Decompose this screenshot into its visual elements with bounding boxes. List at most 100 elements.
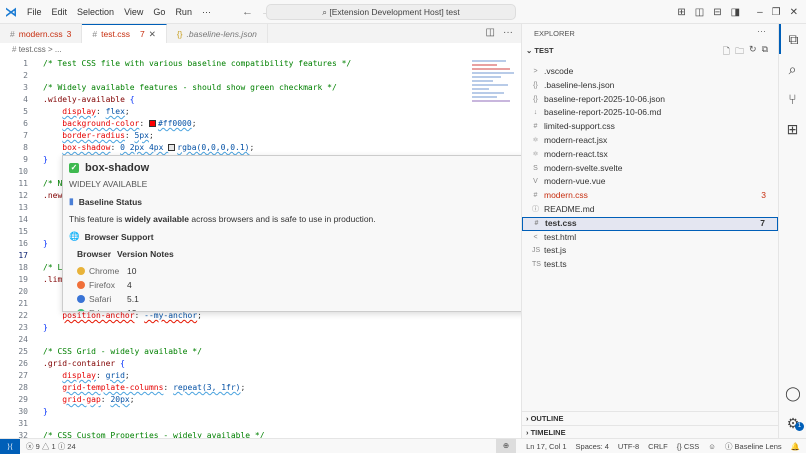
file-item[interactable]: #test.css7 [522,217,778,231]
encoding[interactable]: UTF-8 [618,442,639,451]
more-actions-icon[interactable]: ··· [757,26,766,36]
file-name: modern-svelte.svelte [544,162,622,176]
hover-title: box-shadow [85,162,149,174]
back-arrow-icon[interactable]: ← [242,6,253,18]
remote-icon[interactable]: ⟩⟨ [0,439,20,454]
menu-item[interactable]: Run [170,7,197,17]
command-center-search[interactable]: ⌕ [Extension Development Host] test [266,4,516,20]
language-mode[interactable]: {} CSS [677,442,700,451]
file-item[interactable]: {}baseline-report-2025-10-06.json [522,93,778,107]
notifications-icon[interactable]: 🔔 [791,442,800,451]
file-name: modern-react.jsx [544,134,607,148]
restore-icon[interactable]: ❐ [772,7,781,18]
desc-bold: widely available [125,214,189,224]
minimize-icon[interactable]: – [757,7,763,18]
menu-item[interactable]: ··· [197,7,216,17]
file-name: baseline-report-2025-10-06.md [544,106,661,120]
file-item[interactable]: TStest.ts [522,258,778,272]
split-editor-icon[interactable]: ◫ [486,27,495,38]
line-text: .widely-available { [43,94,135,106]
minimap[interactable] [472,58,514,158]
code-line: 7 border-radius: 5px; [0,130,470,142]
file-item[interactable]: ⚛modern-react.tsx [522,148,778,162]
color-swatch[interactable] [149,120,156,127]
chart-icon: ▮ [69,196,74,207]
property: background-color [62,119,139,128]
collapse-all-icon[interactable]: ⧉ [762,44,768,60]
file-item[interactable]: Smodern-svelte.svelte [522,162,778,176]
more-actions-icon[interactable]: ··· [503,27,513,38]
settings-gear-icon[interactable]: ⚙1 [779,408,806,438]
tab-label: modern.css [19,29,63,39]
firefox-icon [77,281,85,289]
browser-version: 4 [127,280,132,290]
line-text: display: flex; [43,106,130,118]
file-item[interactable]: #modern.css3 [522,189,778,203]
property: box-shadow [62,143,110,152]
browser-row: Firefox4 [77,278,528,292]
menu-item[interactable]: File [22,7,47,17]
menu-item[interactable]: View [119,7,148,17]
code-line: 28 grid-template-columns: repeat(3, 1fr)… [0,382,470,394]
file-item[interactable]: <test.html [522,231,778,245]
code-line: 8 box-shadow: 0 2px 4px rgba(0,0,0,0.1); [0,142,470,154]
toggle-primary-sidebar-icon[interactable]: ◫ [695,7,704,18]
code-line: 5 display: flex; [0,106,470,118]
menu-item[interactable]: Edit [47,7,73,17]
file-item[interactable]: >.vscode [522,65,778,79]
toggle-secondary-sidebar-icon[interactable]: ◨ [731,7,740,18]
account-icon[interactable]: ◯ [779,378,806,408]
toggle-panel-icon[interactable]: ⊟ [713,7,721,18]
copilot-icon[interactable]: ☺ [708,442,716,451]
code-line: 27 display: grid; [0,370,470,382]
line-ending[interactable]: CRLF [648,442,668,451]
outline-section[interactable]: › OUTLINE [522,411,778,425]
file-item[interactable]: ↓baseline-report-2025-10-06.md [522,106,778,120]
line-text: box-shadow: 0 2px 4px rgba(0,0,0,0.1); [43,142,254,154]
cursor-position[interactable]: Ln 17, Col 1 [526,442,566,451]
file-name: .vscode [544,65,573,79]
file-item[interactable]: JStest.js [522,244,778,258]
refresh-icon[interactable]: ↻ [749,44,757,60]
baseline-lens-status[interactable]: ⓘ Baseline Lens [725,441,782,452]
line-text: /* L [43,262,62,274]
tab-test-css[interactable]: #test.css7✕ [82,24,166,43]
file-name: test.css [545,217,577,231]
breadcrumb[interactable]: # test.css > ... [12,45,62,54]
file-type-icon: < [532,231,539,245]
desc-text: This feature is [69,214,125,224]
zoom-icon[interactable]: ⊕ [496,439,516,453]
search-icon[interactable]: ⌕ [779,54,806,84]
color-swatch[interactable] [168,144,175,151]
tab-baseline-lens-json[interactable]: {}.baseline-lens.json [167,24,268,43]
new-folder-icon[interactable]: 🗀 [735,44,744,60]
status-bar: ⟩⟨ ⓧ 9 △ 1 ⓘ 24 ⊕ Ln 17, Col 1 Spaces: 4… [0,438,806,453]
settings-badge: 1 [795,422,804,431]
problems-indicator[interactable]: ⓧ 9 △ 1 ⓘ 24 [26,441,76,452]
new-file-icon[interactable]: 🗋 [723,44,730,60]
value: #ff0000 [158,119,192,128]
source-control-icon[interactable]: ⑂ [779,84,806,114]
explorer-sidebar: EXPLORER ··· ⌄ TEST 🗋🗀↻⧉ >.vscode{}.base… [521,24,778,438]
safari-icon [77,295,85,303]
close-tab-icon[interactable]: ✕ [149,29,156,40]
line-text: .grid-container { [43,358,125,370]
file-name: modern-react.tsx [544,148,608,162]
timeline-section[interactable]: › TIMELINE [522,425,778,439]
explorer-icon[interactable]: ⧉ [779,24,806,54]
close-window-icon[interactable]: ✕ [790,7,798,18]
file-item[interactable]: {}.baseline-lens.json [522,79,778,93]
tab-modern-css[interactable]: #modern.css3 [0,24,82,43]
indentation[interactable]: Spaces: 4 [576,442,609,451]
menu-item[interactable]: Selection [72,7,119,17]
customize-layout-icon[interactable]: ⊞ [677,7,685,18]
extensions-icon[interactable]: ⊞ [779,114,806,144]
menu-item[interactable]: Go [148,7,170,17]
file-item[interactable]: ⓘREADME.md [522,203,778,217]
line-number: 7 [0,130,28,142]
line-number: 1 [0,58,28,70]
property: border-radius [62,131,125,140]
file-item[interactable]: ⚛modern-react.jsx [522,134,778,148]
file-item[interactable]: Vmodern-vue.vue [522,175,778,189]
file-item[interactable]: #limited-support.css [522,120,778,134]
